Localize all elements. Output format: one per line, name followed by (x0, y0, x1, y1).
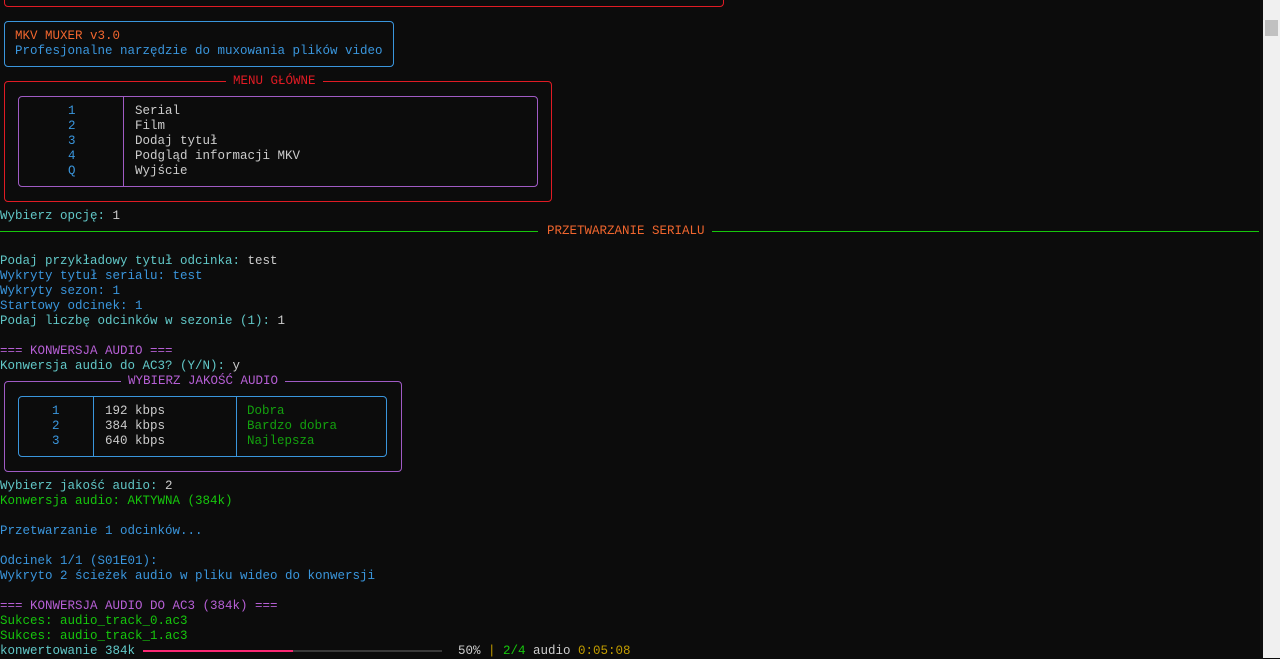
scrollbar[interactable] (1263, 0, 1280, 658)
start-episode: Startowy odcinek: 1 (0, 299, 143, 313)
section-rule-left (0, 231, 538, 232)
progress-unit: audio (533, 644, 571, 658)
quality-bitrate: 384 kbps (105, 419, 166, 433)
top-border-box (4, 0, 724, 7)
section-title: PRZETWARZANIE SERIALU (547, 224, 705, 238)
audio-quality-title: WYBIERZ JAKOŚĆ AUDIO (121, 374, 286, 389)
audio-prompt: Konwersja audio do AC3? (Y/N): y (0, 359, 241, 373)
progress-bar (143, 650, 442, 652)
audio-quality-table: 1 192 kbps Dobra 2 384 kbps Bardzo dobra 3… (18, 396, 387, 457)
main-menu-box: MENU GŁÓWNE 1 Serial 2 Film 3 Dodaj tytuł 4… (4, 74, 552, 202)
scrollbar-thumb[interactable] (1265, 20, 1278, 36)
menu-item-key[interactable]: 1 (68, 104, 76, 119)
app-title: MKV MUXER v3.0 (15, 29, 121, 43)
progress-percent: 50% (458, 644, 481, 658)
progress-separator: | (488, 644, 496, 658)
detected-season: Wykryty sezon: 1 (0, 284, 121, 298)
progress-label: konwertowanie 384k (0, 644, 136, 658)
audio-quality-box: WYBIERZ JAKOŚĆ AUDIO 1 192 kbps Dobra 2 3… (4, 374, 402, 472)
menu-title: MENU GŁÓWNE (226, 74, 323, 89)
quality-label: Najlepsza (247, 434, 315, 448)
quality-bitrate: 192 kbps (105, 404, 166, 418)
menu-item-label[interactable]: Serial (135, 104, 180, 119)
app-subtitle: Profesjonalne narzędzie do muxowania pli… (15, 44, 383, 58)
detected-title: Wykryty tytuł serialu: test (0, 269, 203, 283)
quality-prompt: Wybierz jakość audio: 2 (0, 479, 173, 493)
audio-header: === KONWERSJA AUDIO === (0, 344, 173, 358)
ac3-header: === KONWERSJA AUDIO DO AC3 (384k) === (0, 599, 278, 613)
progress-fill (143, 650, 293, 652)
episode-line: Odcinek 1/1 (S01E01): (0, 554, 158, 568)
menu-item-key[interactable]: 2 (68, 119, 76, 134)
menu-item-label[interactable]: Dodaj tytuł (135, 134, 218, 149)
header-box: MKV MUXER v3.0 Profesjonalne narzędzie d… (4, 21, 394, 67)
quality-key[interactable]: 1 (52, 404, 60, 419)
success-line: Sukces: audio_track_0.ac3 (0, 614, 188, 628)
section-rule-right (712, 231, 1259, 232)
count-prompt: Podaj liczbę odcinków w sezonie (1): 1 (0, 314, 286, 328)
title-prompt: Podaj przykładowy tytuł odcinka: test (0, 254, 278, 268)
quality-bitrate: 640 kbps (105, 434, 166, 448)
success-line: Sukces: audio_track_1.ac3 (0, 629, 188, 643)
audio-status: Konwersja audio: AKTYWNA (384k) (0, 494, 233, 508)
progress-time: 0:05:08 (578, 644, 631, 658)
quality-key[interactable]: 3 (52, 434, 60, 449)
menu-table: 1 Serial 2 Film 3 Dodaj tytuł 4 Podgląd inf… (18, 96, 538, 187)
option-prompt: Wybierz opcję: 1 (0, 209, 121, 223)
menu-item-key[interactable]: 4 (68, 149, 76, 164)
quality-key[interactable]: 2 (52, 419, 60, 434)
processing-count: Przetwarzanie 1 odcinków... (0, 524, 203, 538)
detected-tracks: Wykryto 2 ścieżek audio w pliku wideo do… (0, 569, 376, 583)
menu-item-label[interactable]: Film (135, 119, 165, 134)
menu-item-key[interactable]: Q (68, 164, 76, 179)
progress-count: 2/4 (503, 644, 526, 658)
quality-label: Dobra (247, 404, 285, 418)
menu-item-label[interactable]: Podgląd informacji MKV (135, 149, 300, 164)
menu-item-label[interactable]: Wyjście (135, 164, 188, 179)
quality-label: Bardzo dobra (247, 419, 338, 433)
menu-item-key[interactable]: 3 (68, 134, 76, 149)
